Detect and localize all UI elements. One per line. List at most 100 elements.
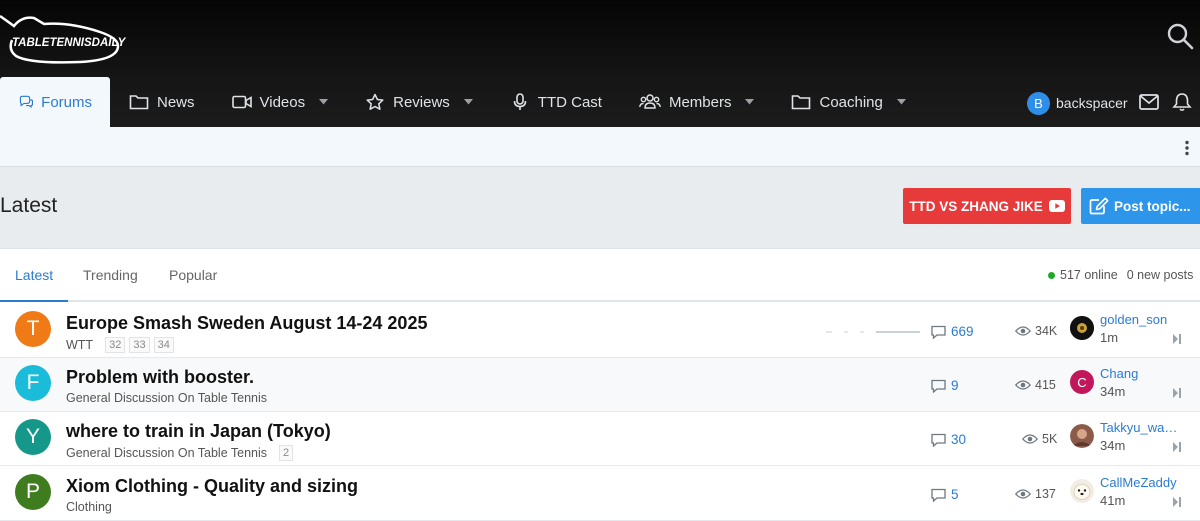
table-row[interactable]: T Europe Smash Sweden August 14-24 2025 …	[0, 304, 1200, 358]
last-poster-name[interactable]: CallMeZaddy	[1100, 475, 1177, 490]
nav-videos[interactable]: Videos	[213, 77, 347, 127]
forum-link[interactable]: WTT	[66, 338, 93, 352]
nav-label: News	[157, 93, 195, 111]
eye-icon	[1015, 489, 1031, 499]
thread-title[interactable]: Europe Smash Sweden August 14-24 2025	[66, 313, 427, 334]
edit-icon	[1089, 197, 1109, 215]
view-count: 5K	[1022, 432, 1057, 446]
chevron-down-icon[interactable]	[896, 99, 906, 105]
thread-meta: General Discussion On Table Tennis 2	[66, 445, 294, 461]
thread-meta: Clothing	[66, 500, 120, 514]
online-status: 517 online 0 new posts	[1048, 268, 1193, 282]
last-post-time[interactable]: 34m	[1100, 438, 1125, 453]
thread-avatar[interactable]: P	[15, 474, 51, 510]
users-icon	[639, 94, 661, 109]
logo[interactable]: TABLETENNISDAILY	[0, 6, 130, 68]
jump-to-last-icon[interactable]	[1173, 334, 1181, 344]
user-menu[interactable]: B backspacer	[1027, 91, 1128, 115]
last-poster-name[interactable]: golden_son	[1100, 312, 1167, 327]
table-row[interactable]: Y where to train in Japan (Tokyo) Genera…	[0, 412, 1200, 466]
comment-icon	[931, 379, 946, 393]
nav-ttd-cast[interactable]: TTD Cast	[491, 77, 620, 127]
nav-label: TTD Cast	[537, 93, 602, 111]
chevron-down-icon[interactable]	[463, 99, 473, 105]
view-count-value: 5K	[1042, 432, 1058, 446]
nav-reviews[interactable]: Reviews	[346, 77, 491, 127]
view-count: 34K	[1015, 324, 1057, 338]
thread-title[interactable]: Xiom Clothing - Quality and sizing	[66, 476, 358, 497]
last-poster-name[interactable]: Chang	[1100, 366, 1138, 381]
last-poster-avatar[interactable]: C	[1070, 370, 1094, 394]
view-count: 137	[1015, 487, 1056, 501]
forum-link[interactable]: General Discussion On Table Tennis	[66, 446, 267, 460]
nav-label: Coaching	[819, 93, 883, 111]
sub-navigation-bar	[0, 127, 1200, 167]
online-count: 517 online	[1060, 268, 1118, 282]
jump-to-last-icon[interactable]	[1173, 442, 1181, 452]
youtube-icon	[1048, 200, 1065, 212]
table-row[interactable]: P Xiom Clothing - Quality and sizing Clo…	[0, 467, 1200, 521]
nav-members[interactable]: Members	[620, 77, 773, 127]
search-icon[interactable]	[1166, 22, 1194, 50]
jump-to-last-icon[interactable]	[1173, 497, 1181, 507]
svg-text:TABLETENNISDAILY: TABLETENNISDAILY	[12, 37, 127, 49]
tab-latest[interactable]: Latest	[0, 249, 68, 302]
reply-count-value: 669	[951, 324, 974, 339]
tab-trending[interactable]: Trending	[83, 249, 138, 302]
page-link[interactable]: 34	[153, 337, 174, 353]
chevron-down-icon[interactable]	[745, 99, 755, 105]
topic-list-panel: Latest Trending Popular 517 online 0 new…	[0, 248, 1200, 521]
comment-icon	[931, 433, 946, 447]
reply-count[interactable]: 30	[931, 432, 966, 447]
page-title: Latest	[0, 194, 58, 217]
avatar: B	[1027, 91, 1050, 115]
eye-icon	[1022, 434, 1038, 444]
page-link[interactable]: 32	[105, 337, 126, 353]
thread-title[interactable]: Problem with booster.	[66, 367, 254, 388]
nav-forums[interactable]: Forums	[0, 77, 110, 127]
nav-label: Reviews	[393, 93, 450, 111]
last-poster-avatar[interactable]	[1070, 316, 1094, 340]
post-topic-button[interactable]: Post topic...	[1081, 188, 1200, 224]
reply-count[interactable]: 669	[931, 324, 974, 339]
table-row[interactable]: F Problem with booster. General Discussi…	[0, 358, 1200, 412]
last-post-time[interactable]: 41m	[1100, 493, 1125, 508]
page-link[interactable]: 33	[129, 337, 150, 353]
thread-avatar[interactable]: T	[15, 311, 51, 347]
tab-popular[interactable]: Popular	[169, 249, 217, 302]
forum-link[interactable]: Clothing	[66, 500, 112, 514]
folder-icon	[129, 95, 149, 110]
nav-news[interactable]: News	[110, 77, 213, 127]
thread-avatar[interactable]: Y	[15, 419, 51, 455]
thread-title[interactable]: where to train in Japan (Tokyo)	[66, 421, 331, 442]
new-posts-count[interactable]: 0 new posts	[1127, 268, 1194, 282]
view-count-value: 137	[1035, 487, 1056, 501]
last-poster-name[interactable]: Takkyu_wa_i...	[1100, 420, 1182, 435]
jump-to-last-icon[interactable]	[1173, 388, 1181, 398]
promo-button[interactable]: TTD VS ZHANG JIKE	[903, 188, 1071, 224]
microphone-icon	[513, 93, 527, 110]
site-header: TABLETENNISDAILY Forums News Videos Revi…	[0, 0, 1200, 127]
page-link[interactable]: 2	[279, 445, 294, 461]
reply-count-value: 30	[951, 432, 967, 447]
last-poster-avatar[interactable]	[1070, 424, 1094, 448]
chevron-down-icon[interactable]	[319, 99, 329, 105]
mail-icon[interactable]	[1139, 93, 1159, 111]
more-options-icon[interactable]	[1180, 140, 1194, 156]
comment-icon	[931, 325, 946, 339]
online-dot	[1048, 271, 1055, 279]
comment-icon	[931, 488, 946, 502]
nav-coaching[interactable]: Coaching	[772, 77, 923, 127]
last-poster-avatar[interactable]	[1070, 479, 1094, 503]
video-icon	[231, 95, 252, 109]
last-post-time[interactable]: 34m	[1100, 384, 1125, 399]
nav-label: Members	[668, 93, 732, 111]
main-nav: Forums News Videos Reviews TTD Cast Memb…	[0, 77, 924, 127]
forum-link[interactable]: General Discussion On Table Tennis	[66, 391, 267, 405]
thread-avatar[interactable]: F	[15, 365, 51, 401]
reply-count[interactable]: 9	[931, 378, 959, 393]
reply-count[interactable]: 5	[931, 487, 959, 502]
last-post-time[interactable]: 1m	[1100, 330, 1118, 345]
comments-icon	[19, 95, 34, 109]
bell-icon[interactable]	[1172, 92, 1192, 112]
